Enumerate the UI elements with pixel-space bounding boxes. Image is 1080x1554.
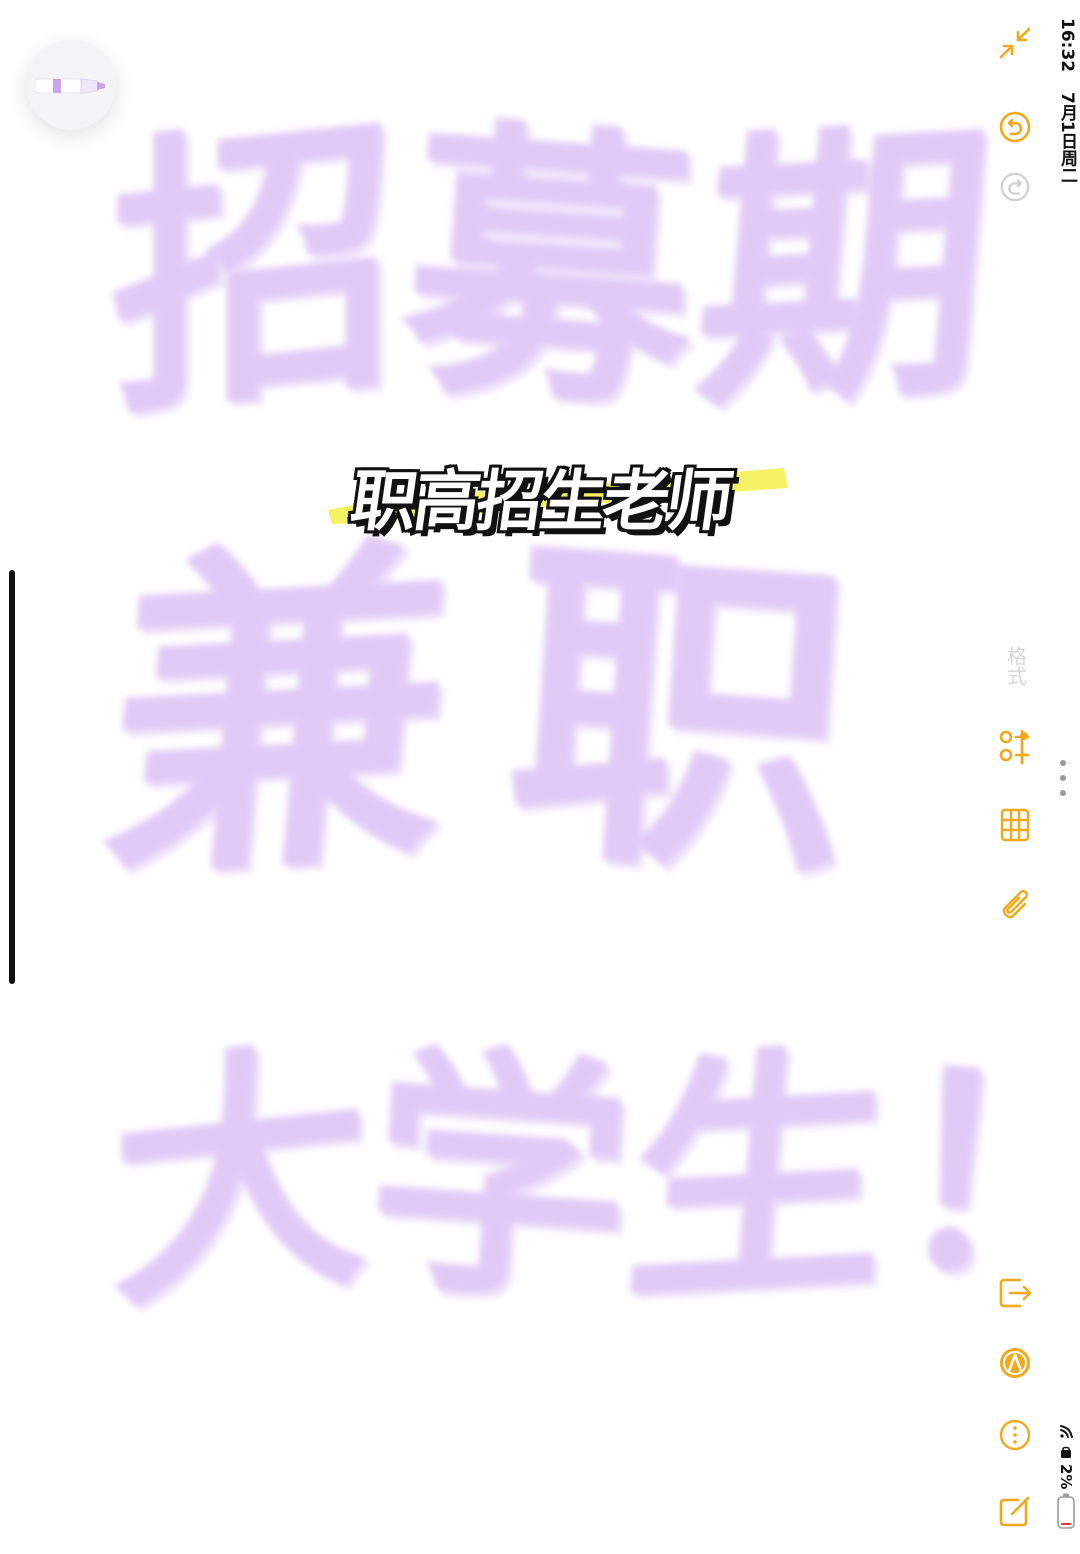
attachment-button[interactable] [992,878,1038,924]
handwritten-char: 期 [685,91,990,449]
more-icon [999,1419,1031,1451]
status-bar-clock: 16:32 7月1日周二 [1052,18,1080,184]
caption-overlay: 职高招生老师 [322,440,792,540]
lock-rotation-icon [1061,1446,1071,1458]
undo-button[interactable] [992,104,1038,150]
dot-icon [1060,790,1066,796]
status-bar-indicators: 2% [1052,1424,1080,1540]
handwriting-line-3: 大 学 生 ！ [110,1012,990,1347]
markup-button[interactable] [992,1340,1038,1386]
marker-pen-icon [35,78,105,94]
handwritten-char: 兼 [92,504,468,925]
format-button[interactable]: 格式 [1002,636,1030,696]
share-button[interactable] [992,1268,1038,1314]
scroll-handle[interactable] [9,570,15,984]
handwritten-char: 招 [110,83,400,457]
caption-title: 职高招生老师 [345,463,735,540]
handwriting-line-2: 兼 职 [93,504,864,926]
collapse-icon [999,27,1031,59]
redo-icon [1000,172,1030,202]
share-icon [999,1278,1032,1308]
compose-button[interactable] [992,1488,1038,1534]
table-button[interactable] [992,802,1038,848]
handwritten-char: 募 [393,90,707,450]
more-options-button[interactable] [1056,760,1070,796]
drawing-canvas[interactable]: 招 募 期 兼 职 大 学 生 ！ [0,0,990,1554]
notes-screen: 招 募 期 兼 职 大 学 生 ！ 职高招生老师 格式 16:32 7月1日周二… [0,0,1080,1554]
markup-icon [1000,1348,1030,1378]
status-time: 16:32 [1057,18,1077,73]
handwritten-char: 大 [110,1012,370,1347]
checklist-icon [999,729,1030,765]
handwritten-char: 学 [359,1018,641,1341]
handwritten-char: 职 [496,503,864,926]
battery-icon [1057,1493,1075,1530]
more-button[interactable] [992,1412,1038,1458]
status-date: 7月1日周二 [1057,92,1077,184]
handwriting-line-1: 招 募 期 [110,83,990,457]
compose-icon [999,1496,1030,1527]
battery-percent: 2% [1057,1464,1075,1490]
pen-tool-button[interactable] [26,40,116,130]
handwritten-char: ！ [879,1018,990,1341]
dot-icon [1060,760,1066,766]
attachment-icon [1002,889,1029,918]
handwritten-char: 生 [616,1019,904,1340]
checklist-button[interactable] [992,724,1038,770]
dot-icon [1060,775,1066,781]
collapse-button[interactable] [992,20,1038,66]
undo-icon [999,111,1031,143]
wifi-icon [1060,1425,1073,1438]
table-icon [1000,808,1030,842]
redo-button[interactable] [992,164,1038,210]
